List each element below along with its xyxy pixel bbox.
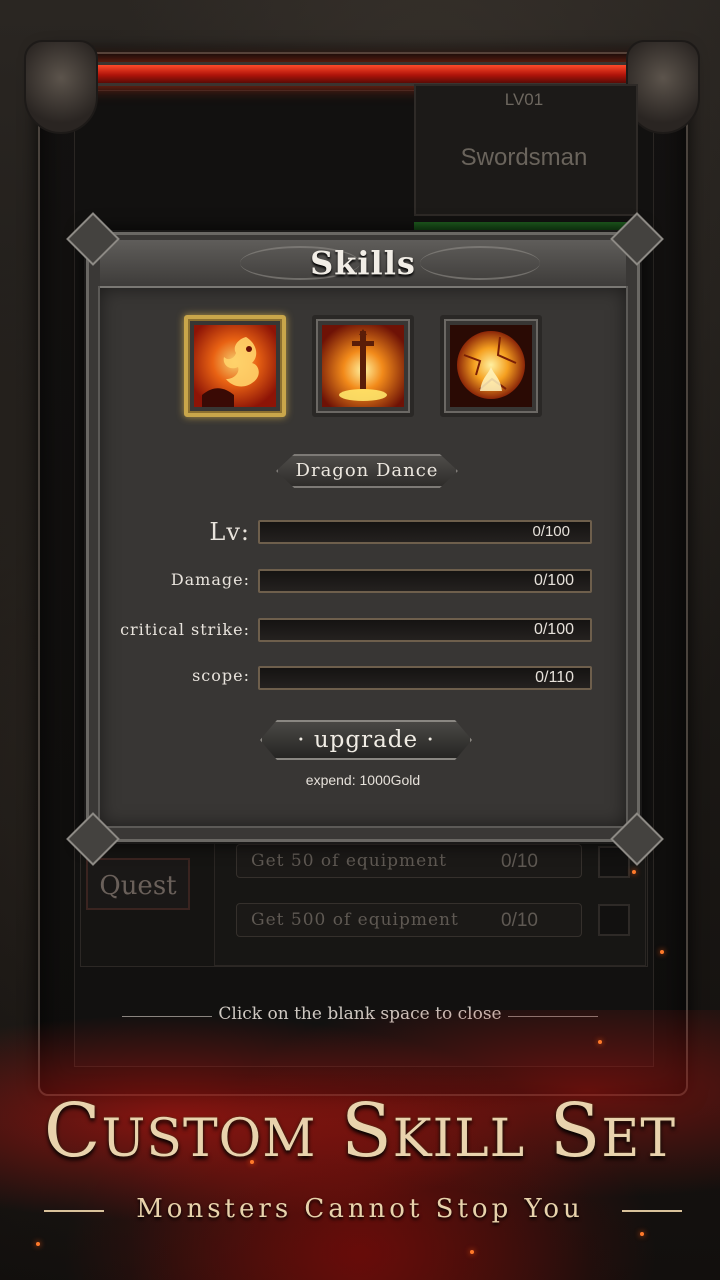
ember-particle <box>660 950 664 954</box>
skill-slot-fire-orb[interactable] <box>440 315 542 417</box>
promo-subtitle: Monsters Cannot Stop You <box>136 1194 584 1224</box>
character-class: Swordsman <box>460 144 588 171</box>
stat-bar-level: 0/100 <box>258 520 592 544</box>
stat-bar-critical-strike: 0/100 <box>258 618 592 642</box>
ember-particle <box>250 1160 254 1164</box>
skill-slot-dragon-dance[interactable] <box>184 315 286 417</box>
quest-claim-box[interactable] <box>598 904 630 936</box>
ember-particle <box>632 870 636 874</box>
quest-row: Get 500 of equipment 0/10 <box>236 903 582 937</box>
stat-value-damage: 0/100 <box>533 572 574 589</box>
dragon-head-ornament-icon <box>24 40 98 134</box>
fire-orb-skill-icon <box>450 325 532 407</box>
quest-row-count: 0/10 <box>501 851 538 872</box>
modal-title: Skills <box>310 244 416 282</box>
character-level: LV01 <box>504 90 544 109</box>
flaming-sword-skill-icon <box>322 325 404 407</box>
quest-tab-button[interactable]: Quest <box>86 858 190 910</box>
quest-row-count: 0/10 <box>501 910 538 931</box>
selected-skill-name: Dragon Dance <box>295 460 439 481</box>
stat-label-scope: scope: <box>192 666 250 685</box>
ember-particle <box>36 1242 40 1246</box>
upgrade-button[interactable]: · upgrade · <box>260 720 472 760</box>
stat-value-scope: 0/110 <box>535 669 574 686</box>
skill-slot-flaming-sword[interactable] <box>312 315 414 417</box>
frame-top-bar <box>60 62 666 86</box>
ember-particle <box>470 1250 474 1254</box>
stat-label-level: Lv: <box>209 518 250 546</box>
stat-value-level: 0/100 <box>532 523 570 540</box>
upgrade-cost: expend: 1000Gold <box>305 772 421 788</box>
quest-row-label: Get 500 of equipment <box>251 910 459 930</box>
stat-label-damage: Damage: <box>170 570 250 589</box>
stat-label-critical-strike: critical strike: <box>120 620 250 639</box>
ember-particle <box>598 1040 602 1044</box>
stat-value-critical-strike: 0/100 <box>533 621 574 638</box>
dragon-fire-skill-icon <box>194 325 276 407</box>
stat-bar-scope: 0/110 <box>258 666 592 690</box>
quest-row-label: Get 50 of equipment <box>251 851 448 871</box>
quest-row: Get 50 of equipment 0/10 <box>236 844 582 878</box>
promo-title: Custom Skill Set <box>43 1088 677 1174</box>
stat-bar-damage: 0/100 <box>258 569 592 593</box>
ember-particle <box>640 1232 644 1236</box>
